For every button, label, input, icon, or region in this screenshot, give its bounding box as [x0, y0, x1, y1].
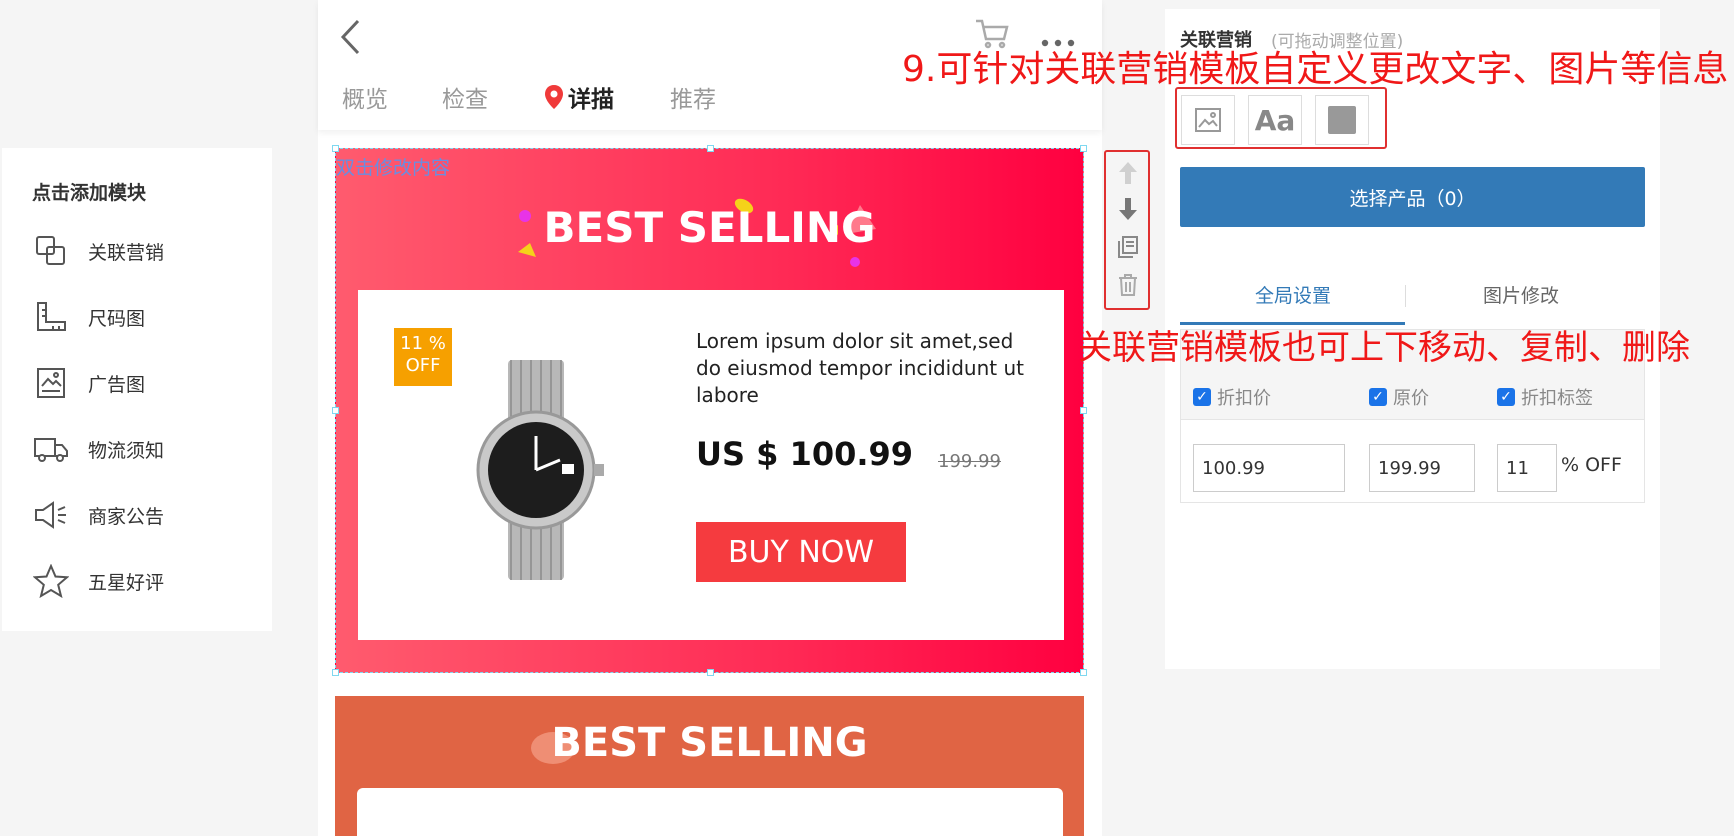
move-down-icon[interactable] [1116, 196, 1140, 222]
checkbox-icon: ✓ [1497, 388, 1515, 406]
product-card: 11 % OFF Lorem ipsum dolor sit amet,sed … [358, 290, 1064, 640]
module-title[interactable]: BEST SELLING [336, 203, 1083, 252]
checkbox-label: 原价 [1393, 388, 1429, 409]
resize-handle[interactable] [707, 669, 714, 676]
phone-preview: 概览 检查 详描 推荐 双击修改内容 BEST SELLING 11 % OFF [318, 0, 1102, 836]
discount-badge: 11 % OFF [394, 328, 452, 386]
truck-icon [32, 430, 70, 468]
checkbox-icon: ✓ [1369, 388, 1387, 406]
percent-off-label: % OFF [1561, 454, 1622, 476]
resize-handle[interactable] [1080, 407, 1087, 414]
discount-badge-percent: 11 % [400, 333, 446, 354]
related-marketing-module-2[interactable]: BEST SELLING [335, 696, 1084, 836]
megaphone-icon [32, 496, 70, 534]
module-item-five-star[interactable]: 五星好评 [32, 561, 164, 601]
module-item-ad-image[interactable]: 广告图 [32, 363, 145, 403]
discount-percent-input[interactable]: 11 [1497, 444, 1557, 492]
edit-tools-box: Aa [1175, 87, 1387, 149]
back-icon[interactable] [338, 18, 362, 60]
module-item-label: 五星好评 [88, 571, 165, 594]
module-title[interactable]: BEST SELLING [335, 720, 1084, 766]
delete-icon[interactable] [1116, 272, 1140, 298]
module-item-label: 关联营销 [88, 241, 165, 264]
product-original-price[interactable]: 199.99 [938, 451, 1001, 472]
module-tools [1104, 150, 1150, 310]
resize-handle[interactable] [332, 407, 339, 414]
link-squares-icon [32, 232, 70, 270]
module-panel-title: 点击添加模块 [32, 182, 147, 204]
tab-separator [1405, 285, 1406, 307]
discount-price-input[interactable]: 100.99 [1193, 444, 1345, 492]
edit-text-icon[interactable]: Aa [1248, 95, 1302, 145]
module-item-label: 尺码图 [88, 307, 146, 330]
module-item-notice[interactable]: 商家公告 [32, 495, 164, 535]
module-item-label: 广告图 [88, 373, 146, 396]
resize-handle[interactable] [332, 669, 339, 676]
tab-recommend[interactable]: 推荐 [670, 80, 716, 114]
module-item-logistics[interactable]: 物流须知 [32, 429, 164, 469]
image-icon [32, 364, 70, 402]
resize-handle[interactable] [1080, 145, 1087, 152]
resize-handle[interactable] [332, 145, 339, 152]
tab-inspect[interactable]: 检查 [442, 80, 488, 114]
module-item-size-chart[interactable]: 尺码图 [32, 297, 145, 337]
ruler-icon [32, 298, 70, 336]
original-price-input[interactable]: 199.99 [1369, 444, 1475, 492]
product-price[interactable]: US $ 100.99 [696, 435, 913, 473]
module-panel: 点击添加模块 关联营销 尺码图 广告图 物流须知 商家公告 五星好评 [2, 148, 272, 631]
copy-icon[interactable] [1116, 234, 1140, 260]
module-item-label: 商家公告 [88, 505, 165, 528]
edit-image-icon[interactable] [1181, 95, 1235, 145]
discount-badge-off: OFF [405, 355, 441, 376]
edit-color-icon[interactable] [1315, 95, 1369, 145]
edit-hint: 双击修改内容 [336, 157, 451, 179]
module-item-label: 物流须知 [88, 439, 165, 462]
product-card [357, 788, 1063, 836]
buy-now-button[interactable]: BUY NOW [696, 522, 906, 582]
tab-global-settings[interactable]: 全局设置 [1255, 281, 1331, 308]
discount-tag-checkbox[interactable]: ✓ 折扣标签 [1497, 384, 1593, 410]
product-description[interactable]: Lorem ipsum dolor sit amet,sed do eiusmo… [696, 328, 1036, 409]
move-up-icon[interactable] [1116, 160, 1140, 186]
star-icon [32, 562, 70, 600]
checkbox-icon: ✓ [1193, 388, 1211, 406]
select-product-button[interactable]: 选择产品（0） [1180, 167, 1645, 227]
tab-overview[interactable]: 概览 [342, 80, 388, 114]
annotation-move-copy-delete: 关联营销模板也可上下移动、复制、删除 [1078, 328, 1690, 368]
watch-image[interactable] [456, 360, 616, 580]
tab-details[interactable]: 详描 [568, 80, 614, 114]
checkbox-label: 折扣标签 [1521, 388, 1593, 409]
checkbox-label: 折扣价 [1217, 388, 1271, 409]
discount-price-checkbox[interactable]: ✓ 折扣价 [1193, 384, 1271, 410]
resize-handle[interactable] [1080, 669, 1087, 676]
original-price-checkbox[interactable]: ✓ 原价 [1369, 384, 1429, 410]
tab-image-edit[interactable]: 图片修改 [1483, 281, 1559, 308]
module-item-related-marketing[interactable]: 关联营销 [32, 231, 164, 271]
annotation-customize: 9.可针对关联营销模板自定义更改文字、图片等信息 [902, 49, 1729, 90]
related-marketing-module[interactable]: 双击修改内容 BEST SELLING 11 % OFF Lorem ipsum… [332, 145, 1087, 676]
resize-handle[interactable] [707, 145, 714, 152]
location-pin-icon [544, 84, 564, 114]
